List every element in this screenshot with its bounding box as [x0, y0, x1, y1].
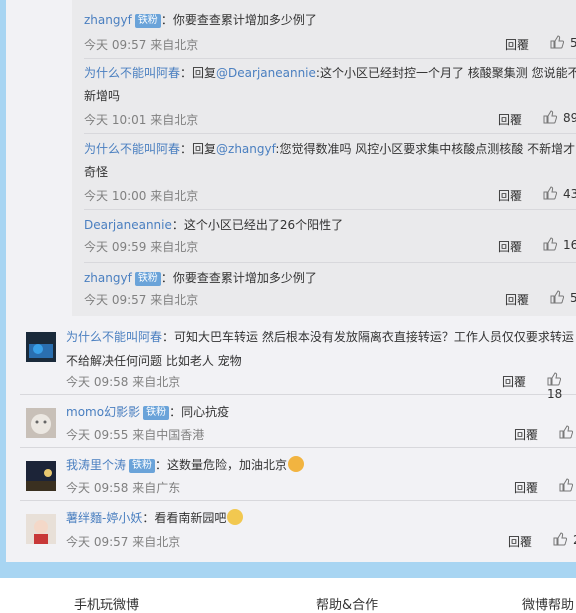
- reply-text: ：回复: [180, 142, 217, 156]
- comments-panel: zhangyf 铁粉 ：你要查查累计增加多少例了 今天 09:57 来自北京 回覆 …: [6, 0, 576, 562]
- comment-username[interactable]: 为什么不能叫阿春: [66, 330, 162, 344]
- thumbs-up-icon: [550, 35, 564, 49]
- avatar[interactable]: [26, 514, 56, 544]
- fan-badge: 铁粉: [134, 14, 161, 28]
- divider: [20, 500, 576, 501]
- divider: [84, 209, 576, 210]
- like-count: 18: [547, 387, 563, 401]
- like-button[interactable]: 5: [550, 35, 576, 50]
- like-button[interactable]: 16: [543, 237, 576, 252]
- mention-link[interactable]: @zhangyf: [216, 142, 275, 156]
- fist-emoji-icon: [288, 456, 305, 472]
- like-button[interactable]: 5: [550, 290, 576, 305]
- comment-meta: 今天 09:57 来自北京: [66, 535, 181, 549]
- reply-button[interactable]: 回覆: [498, 238, 522, 255]
- reply-username[interactable]: zhangyf: [84, 271, 132, 285]
- reply-username[interactable]: zhangyf: [84, 13, 132, 27]
- footer-link-weibo-help[interactable]: 微博帮助: [522, 594, 574, 613]
- thumbs-up-icon: [543, 186, 557, 200]
- reply-text-line: zhangyf 铁粉 ：你要查查累计增加多少例了: [84, 266, 576, 290]
- comment-body: 薯绊麵-婷小妖：看看南新园吧 今天 09:57 来自北京 回覆 2: [66, 506, 576, 549]
- comment-text: ：看看南新园吧: [142, 511, 227, 525]
- thumbs-up-icon: [543, 237, 557, 251]
- reply-button[interactable]: 回覆: [514, 426, 538, 443]
- comment-body: 为什么不能叫阿春：可知大巴车转运 然后根本没有发放隔离衣直接转运？工作人员仅仅要…: [66, 325, 576, 401]
- thumbs-up-icon: [553, 532, 567, 546]
- reply-text: ：你要查查累计增加多少例了: [160, 13, 317, 27]
- thumbs-up-icon: [559, 425, 573, 439]
- like-button[interactable]: 18: [547, 372, 576, 401]
- like-count: 16: [563, 238, 576, 252]
- reply-meta: 今天 09:59 来自北京: [84, 240, 199, 254]
- thumbs-up-icon: [547, 372, 561, 386]
- reply-text-line: Dearjaneannie：这个小区已经出了26个阳性了: [84, 213, 576, 237]
- fan-badge: 铁粉: [134, 272, 161, 286]
- reply-meta: 今天 09:57 来自北京: [84, 293, 199, 307]
- reply-button[interactable]: 回覆: [502, 373, 526, 390]
- reply-username[interactable]: 为什么不能叫阿春: [84, 66, 180, 80]
- comment-meta: 今天 09:55 来自中国香港: [66, 428, 205, 442]
- comment-text-line: 为什么不能叫阿春：可知大巴车转运 然后根本没有发放隔离衣直接转运？工作人员仅仅要…: [66, 325, 576, 373]
- reply-text: ：你要查查累计增加多少例了: [160, 271, 317, 285]
- mention-link[interactable]: @Dearjaneannie: [216, 66, 316, 80]
- reply-text: ：回复: [180, 66, 217, 80]
- comment-meta: 今天 09:58 来自广东: [66, 481, 181, 495]
- comment-text: ：同心抗疫: [169, 405, 230, 419]
- avatar[interactable]: [26, 332, 56, 362]
- footer-link-help-cooperation[interactable]: 帮助&合作: [316, 594, 378, 613]
- divider: [20, 394, 576, 395]
- like-button[interactable]: [559, 478, 576, 493]
- avatar[interactable]: [26, 461, 56, 491]
- comment-meta: 今天 09:58 来自北京: [66, 375, 181, 389]
- divider: [84, 262, 576, 263]
- reply-meta: 今天 10:00 来自北京: [84, 189, 199, 203]
- comment-username[interactable]: momo幻影影: [66, 405, 140, 419]
- nested-replies-box: zhangyf 铁粉 ：你要查查累计增加多少例了 今天 09:57 来自北京 回覆 …: [72, 0, 576, 316]
- like-button[interactable]: 2: [553, 532, 576, 547]
- comment-username[interactable]: 我涛里个涛: [66, 458, 126, 472]
- divider: [20, 447, 576, 448]
- like-button[interactable]: 43: [543, 186, 576, 201]
- comment-body: momo幻影影 铁粉 ：同心抗疫 今天 09:55 来自中国香港 回覆: [66, 400, 576, 442]
- divider: [84, 58, 576, 59]
- like-button[interactable]: 89: [543, 110, 576, 125]
- reply-text-line: 为什么不能叫阿春：回复@Dearjaneannie:这个小区已经封控一个月了 核…: [84, 62, 576, 108]
- reply-button[interactable]: 回覆: [505, 291, 529, 308]
- comment-text-line: 我涛里个涛 铁粉 ：这数量危险，加油北京: [66, 453, 576, 477]
- reply-button[interactable]: 回覆: [508, 533, 532, 550]
- like-count: 5: [570, 36, 576, 50]
- footer-link-mobile[interactable]: 手机玩微博: [74, 594, 139, 613]
- divider: [84, 133, 576, 134]
- reply-button[interactable]: 回覆: [498, 111, 522, 128]
- comment-username[interactable]: 薯绊麵-婷小妖: [66, 511, 142, 525]
- comment-body: 我涛里个涛 铁粉 ：这数量危险，加油北京 今天 09:58 来自广东 回覆: [66, 453, 576, 495]
- reply-username[interactable]: Dearjaneannie: [84, 218, 172, 232]
- comment-text: ：这数量危险，加油北京: [155, 458, 288, 472]
- like-button[interactable]: [559, 425, 576, 440]
- reply-text: ：这个小区已经出了26个阳性了: [171, 218, 344, 232]
- like-count: 43: [563, 187, 576, 201]
- reply-username[interactable]: 为什么不能叫阿春: [84, 142, 180, 156]
- thumbs-up-icon: [559, 478, 573, 492]
- fan-badge: 铁粉: [129, 459, 156, 473]
- reply-button[interactable]: 回覆: [505, 36, 529, 53]
- crying-emoji-icon: [227, 509, 244, 525]
- thumbs-up-icon: [550, 290, 564, 304]
- comment-text-line: momo幻影影 铁粉 ：同心抗疫: [66, 400, 576, 424]
- fan-badge: 铁粉: [143, 406, 170, 420]
- reply-meta: 今天 10:01 来自北京: [84, 113, 199, 127]
- like-count: 89: [563, 111, 576, 125]
- reply-button[interactable]: 回覆: [514, 479, 538, 496]
- avatar[interactable]: [26, 408, 56, 438]
- reply-text-line: 为什么不能叫阿春：回复@zhangyf:您觉得数准吗 风控小区要求集中核酸点测核…: [84, 138, 576, 184]
- comment-text-line: 薯绊麵-婷小妖：看看南新园吧: [66, 506, 576, 530]
- reply-meta: 今天 09:57 来自北京: [84, 38, 199, 52]
- reply-text-line: zhangyf 铁粉 ：你要查查累计增加多少例了: [84, 8, 576, 32]
- thumbs-up-icon: [543, 110, 557, 124]
- reply-button[interactable]: 回覆: [498, 187, 522, 204]
- like-count: 5: [570, 291, 576, 305]
